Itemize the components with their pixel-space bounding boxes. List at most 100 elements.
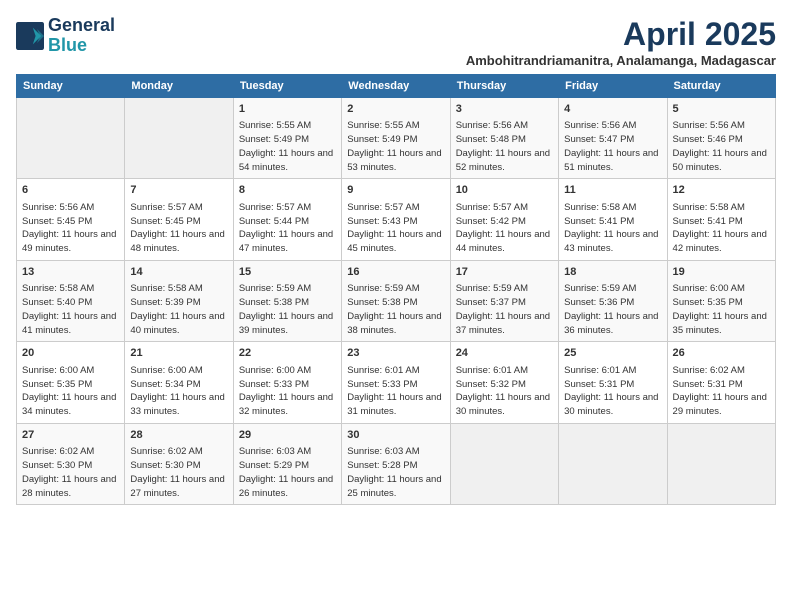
day-number: 13 <box>22 265 119 280</box>
logo-line1: General <box>48 16 115 36</box>
logo-icon <box>16 22 44 50</box>
cell-content: Sunrise: 6:02 AMSunset: 5:30 PMDaylight:… <box>22 445 119 500</box>
calendar-cell: 21 Sunrise: 6:00 AMSunset: 5:34 PMDayligh… <box>125 342 233 423</box>
cell-content: Sunrise: 6:01 AMSunset: 5:32 PMDaylight:… <box>456 364 553 419</box>
day-number: 24 <box>456 346 553 361</box>
logo: General Blue <box>16 16 115 56</box>
day-number: 2 <box>347 102 444 117</box>
calendar-cell: 13 Sunrise: 5:58 AMSunset: 5:40 PMDayligh… <box>17 260 125 341</box>
header-tuesday: Tuesday <box>233 75 341 98</box>
cell-content: Sunrise: 5:56 AMSunset: 5:45 PMDaylight:… <box>22 201 119 256</box>
day-number: 4 <box>564 102 661 117</box>
header-wednesday: Wednesday <box>342 75 450 98</box>
calendar-cell: 8 Sunrise: 5:57 AMSunset: 5:44 PMDaylight… <box>233 179 341 260</box>
calendar-cell: 23Sunrise: 6:01 AMSunset: 5:33 PMDayligh… <box>342 342 450 423</box>
cell-content: Sunrise: 5:58 AMSunset: 5:40 PMDaylight:… <box>22 282 119 337</box>
cell-content: Sunrise: 6:02 AMSunset: 5:31 PMDaylight:… <box>673 364 770 419</box>
calendar-cell: 30 Sunrise: 6:03 AMSunset: 5:28 PMDayligh… <box>342 423 450 504</box>
calendar-cell: 26Sunrise: 6:02 AMSunset: 5:31 PMDayligh… <box>667 342 775 423</box>
day-number: 3 <box>456 102 553 117</box>
cell-content: Sunrise: 6:00 AMSunset: 5:35 PMDaylight:… <box>22 364 119 419</box>
calendar-cell: 28 Sunrise: 6:02 AMSunset: 5:30 PMDayligh… <box>125 423 233 504</box>
calendar-cell: 10 Sunrise: 5:57 AMSunset: 5:42 PMDayligh… <box>450 179 558 260</box>
day-number: 30 <box>347 428 444 443</box>
day-number: 14 <box>130 265 227 280</box>
logo-text: General Blue <box>48 16 115 56</box>
day-number: 29 <box>239 428 336 443</box>
calendar-cell: 3 Sunrise: 5:56 AMSunset: 5:48 PMDaylight… <box>450 98 558 179</box>
calendar-cell: 29 Sunrise: 6:03 AMSunset: 5:29 PMDayligh… <box>233 423 341 504</box>
day-number: 11 <box>564 183 661 198</box>
cell-content: Sunrise: 6:03 AMSunset: 5:28 PMDaylight:… <box>347 445 444 500</box>
cell-content: Sunrise: 6:02 AMSunset: 5:30 PMDaylight:… <box>130 445 227 500</box>
calendar-cell: 16Sunrise: 5:59 AMSunset: 5:38 PMDayligh… <box>342 260 450 341</box>
day-number: 27 <box>22 428 119 443</box>
week-row-1: 6Sunrise: 5:56 AMSunset: 5:45 PMDaylight… <box>17 179 776 260</box>
calendar-table: SundayMondayTuesdayWednesdayThursdayFrid… <box>16 74 776 505</box>
calendar-cell: 5 Sunrise: 5:56 AMSunset: 5:46 PMDaylight… <box>667 98 775 179</box>
week-row-2: 13 Sunrise: 5:58 AMSunset: 5:40 PMDayligh… <box>17 260 776 341</box>
cell-content: Sunrise: 5:59 AMSunset: 5:38 PMDaylight:… <box>347 282 444 337</box>
day-number: 8 <box>239 183 336 198</box>
cell-content: Sunrise: 5:55 AMSunset: 5:49 PMDaylight:… <box>347 119 444 174</box>
calendar-cell: 20 Sunrise: 6:00 AMSunset: 5:35 PMDayligh… <box>17 342 125 423</box>
calendar-cell <box>667 423 775 504</box>
day-number: 1 <box>239 102 336 117</box>
calendar-cell <box>450 423 558 504</box>
calendar-header: SundayMondayTuesdayWednesdayThursdayFrid… <box>17 75 776 98</box>
calendar-cell: 25 Sunrise: 6:01 AMSunset: 5:31 PMDayligh… <box>559 342 667 423</box>
header-sunday: Sunday <box>17 75 125 98</box>
calendar-cell: 9 Sunrise: 5:57 AMSunset: 5:43 PMDaylight… <box>342 179 450 260</box>
calendar-cell: 18Sunrise: 5:59 AMSunset: 5:36 PMDayligh… <box>559 260 667 341</box>
calendar-cell <box>125 98 233 179</box>
header-thursday: Thursday <box>450 75 558 98</box>
logo-line2: Blue <box>48 35 87 55</box>
month-title: April 2025 <box>466 16 776 53</box>
page-header: General Blue April 2025 Ambohitrandriama… <box>16 16 776 68</box>
day-number: 5 <box>673 102 770 117</box>
cell-content: Sunrise: 5:56 AMSunset: 5:47 PMDaylight:… <box>564 119 661 174</box>
header-monday: Monday <box>125 75 233 98</box>
calendar-cell: 6Sunrise: 5:56 AMSunset: 5:45 PMDaylight… <box>17 179 125 260</box>
header-saturday: Saturday <box>667 75 775 98</box>
cell-content: Sunrise: 5:57 AMSunset: 5:44 PMDaylight:… <box>239 201 336 256</box>
cell-content: Sunrise: 6:01 AMSunset: 5:33 PMDaylight:… <box>347 364 444 419</box>
calendar-cell: 22Sunrise: 6:00 AMSunset: 5:33 PMDayligh… <box>233 342 341 423</box>
cell-content: Sunrise: 5:55 AMSunset: 5:49 PMDaylight:… <box>239 119 336 174</box>
cell-content: Sunrise: 5:56 AMSunset: 5:46 PMDaylight:… <box>673 119 770 174</box>
cell-content: Sunrise: 5:58 AMSunset: 5:41 PMDaylight:… <box>673 201 770 256</box>
day-number: 10 <box>456 183 553 198</box>
day-number: 28 <box>130 428 227 443</box>
cell-content: Sunrise: 6:01 AMSunset: 5:31 PMDaylight:… <box>564 364 661 419</box>
cell-content: Sunrise: 6:00 AMSunset: 5:34 PMDaylight:… <box>130 364 227 419</box>
day-number: 25 <box>564 346 661 361</box>
calendar-cell: 19Sunrise: 6:00 AMSunset: 5:35 PMDayligh… <box>667 260 775 341</box>
calendar-cell: 4 Sunrise: 5:56 AMSunset: 5:47 PMDaylight… <box>559 98 667 179</box>
calendar-body: 1 Sunrise: 5:55 AMSunset: 5:49 PMDaylight… <box>17 98 776 505</box>
calendar-cell <box>559 423 667 504</box>
day-number: 17 <box>456 265 553 280</box>
cell-content: Sunrise: 5:59 AMSunset: 5:37 PMDaylight:… <box>456 282 553 337</box>
cell-content: Sunrise: 5:57 AMSunset: 5:43 PMDaylight:… <box>347 201 444 256</box>
cell-content: Sunrise: 5:57 AMSunset: 5:45 PMDaylight:… <box>130 201 227 256</box>
day-number: 15 <box>239 265 336 280</box>
calendar-cell: 24 Sunrise: 6:01 AMSunset: 5:32 PMDayligh… <box>450 342 558 423</box>
day-number: 21 <box>130 346 227 361</box>
calendar-cell: 17 Sunrise: 5:59 AMSunset: 5:37 PMDayligh… <box>450 260 558 341</box>
day-number: 18 <box>564 265 661 280</box>
calendar-cell: 1 Sunrise: 5:55 AMSunset: 5:49 PMDaylight… <box>233 98 341 179</box>
cell-content: Sunrise: 6:03 AMSunset: 5:29 PMDaylight:… <box>239 445 336 500</box>
cell-content: Sunrise: 5:58 AMSunset: 5:39 PMDaylight:… <box>130 282 227 337</box>
cell-content: Sunrise: 5:56 AMSunset: 5:48 PMDaylight:… <box>456 119 553 174</box>
title-block: April 2025 Ambohitrandriamanitra, Analam… <box>466 16 776 68</box>
cell-content: Sunrise: 5:57 AMSunset: 5:42 PMDaylight:… <box>456 201 553 256</box>
day-number: 20 <box>22 346 119 361</box>
day-number: 9 <box>347 183 444 198</box>
location-subtitle: Ambohitrandriamanitra, Analamanga, Madag… <box>466 53 776 68</box>
cell-content: Sunrise: 6:00 AMSunset: 5:35 PMDaylight:… <box>673 282 770 337</box>
calendar-cell <box>17 98 125 179</box>
week-row-0: 1 Sunrise: 5:55 AMSunset: 5:49 PMDaylight… <box>17 98 776 179</box>
week-row-4: 27 Sunrise: 6:02 AMSunset: 5:30 PMDayligh… <box>17 423 776 504</box>
cell-content: Sunrise: 6:00 AMSunset: 5:33 PMDaylight:… <box>239 364 336 419</box>
calendar-cell: 12Sunrise: 5:58 AMSunset: 5:41 PMDayligh… <box>667 179 775 260</box>
